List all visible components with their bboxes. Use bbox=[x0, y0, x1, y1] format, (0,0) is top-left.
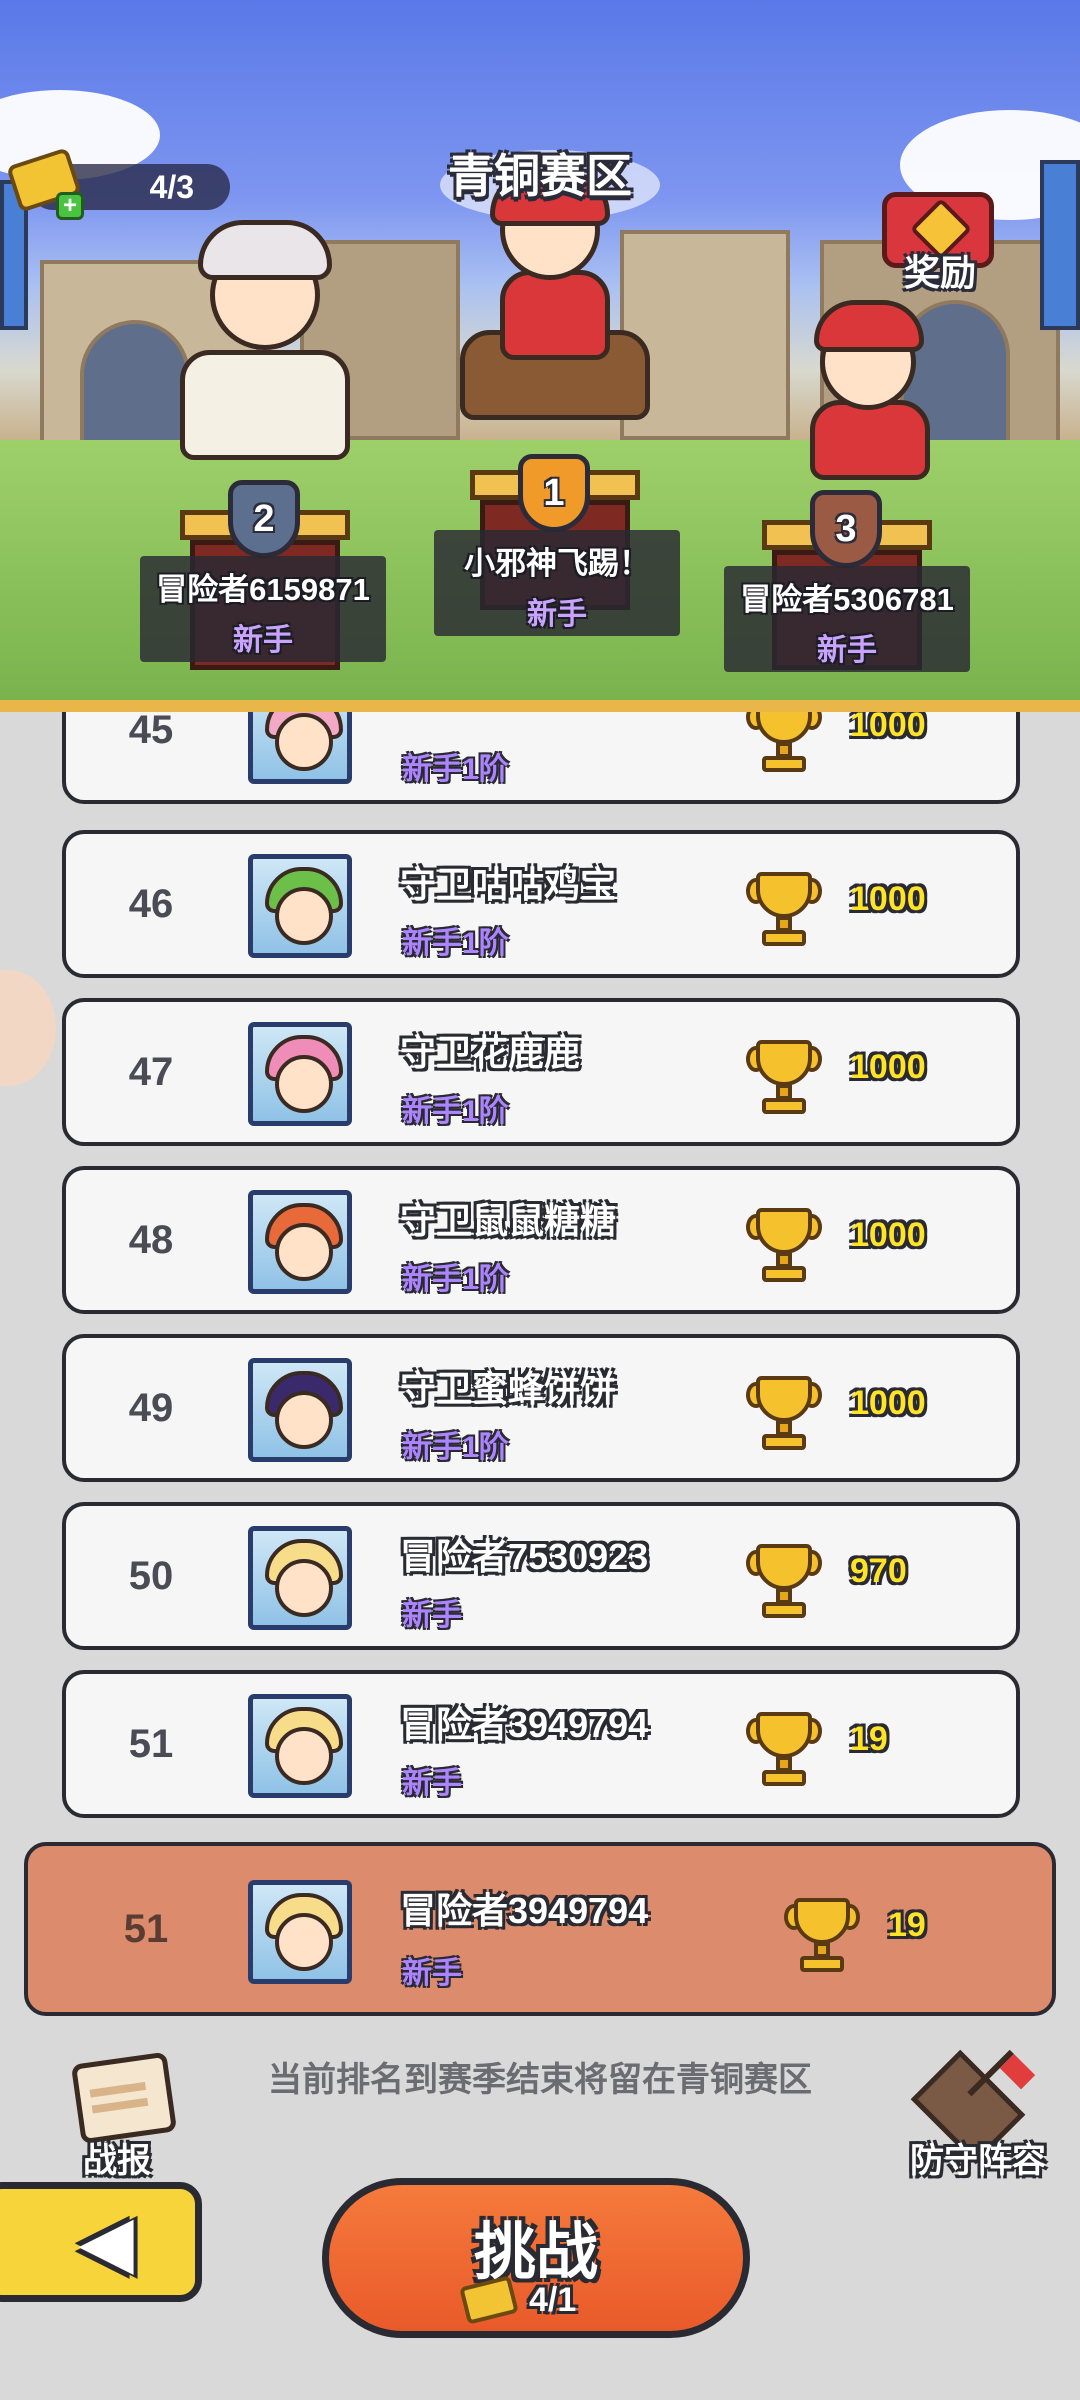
avatar[interactable] bbox=[248, 1022, 352, 1126]
podium-2-name: 冒险者6159871 bbox=[156, 572, 370, 607]
trophy-icon bbox=[746, 1710, 822, 1790]
podium-3-plate: 冒险者5306781 新手 bbox=[724, 566, 970, 672]
row-tier: 新手1阶 bbox=[402, 1095, 509, 1128]
ranking-list[interactable]: 45 新手1阶 1000 46 守卫咕咕鸡宝 新手1阶 1000 47 守卫花鹿… bbox=[0, 712, 1080, 1820]
row-rank: 48 bbox=[128, 1217, 174, 1262]
row-score: 1000 bbox=[850, 880, 926, 918]
row-rank: 45 bbox=[128, 712, 174, 752]
avatar[interactable] bbox=[248, 854, 352, 958]
podium-2-plate: 冒险者6159871 新手 bbox=[140, 556, 386, 662]
row-rank: 51 bbox=[128, 1721, 174, 1766]
self-rank: 51 bbox=[123, 1906, 169, 1951]
scroll-icon bbox=[70, 2051, 178, 2145]
back-arrow-icon: ◀ bbox=[78, 2202, 134, 2282]
battle-report-label: 战报 bbox=[83, 2142, 151, 2180]
rank-3-badge: 3 bbox=[810, 490, 882, 568]
podium-3-name: 冒险者5306781 bbox=[740, 582, 954, 617]
arena-header: 2 冒险者6159871 新手 1 小邪神飞踢！ 新手 3 冒险者5306781… bbox=[0, 0, 1080, 712]
trophy-icon bbox=[746, 870, 822, 950]
row-score: 1000 bbox=[850, 1048, 926, 1086]
row-tier: 新手1阶 bbox=[402, 1431, 509, 1464]
defense-lineup-button[interactable]: 防守阵容 bbox=[888, 2049, 1068, 2182]
podium-3-tier: 新手 bbox=[817, 634, 877, 667]
table-row[interactable]: 46 守卫咕咕鸡宝 新手1阶 1000 bbox=[62, 830, 1020, 978]
hero-rank-2[interactable] bbox=[150, 220, 390, 480]
row-tier: 新手1阶 bbox=[402, 927, 509, 960]
row-player-name: 守卫蜜蜂饼饼 bbox=[400, 1368, 617, 1409]
rank-1-badge: 1 bbox=[518, 454, 590, 532]
reward-button-label[interactable]: 奖励 bbox=[880, 244, 1000, 296]
self-player-name: 冒险者3949794 bbox=[400, 1890, 649, 1931]
avatar[interactable] bbox=[248, 1694, 352, 1798]
self-rank-row[interactable]: 51 冒险者3949794 新手 19 bbox=[24, 1842, 1056, 2016]
row-player-name: 冒险者3949794 bbox=[400, 1704, 649, 1745]
podium-2-tier: 新手 bbox=[233, 624, 293, 657]
header-divider bbox=[0, 700, 1080, 712]
self-score: 19 bbox=[888, 1906, 926, 1944]
row-score: 19 bbox=[850, 1720, 888, 1758]
podium-1-tier: 新手 bbox=[527, 598, 587, 631]
trophy-icon bbox=[784, 1896, 860, 1976]
avatar[interactable] bbox=[248, 1526, 352, 1630]
row-rank: 46 bbox=[128, 881, 174, 926]
trophy-icon bbox=[746, 1038, 822, 1118]
table-row[interactable]: 49 守卫蜜蜂饼饼 新手1阶 1000 bbox=[62, 1334, 1020, 1482]
row-player-name: 守卫花鹿鹿 bbox=[400, 1032, 581, 1073]
row-player-name: 冒险者7530923 bbox=[400, 1536, 649, 1577]
trophy-icon bbox=[746, 1206, 822, 1286]
row-score: 1000 bbox=[850, 1216, 926, 1254]
trophy-icon bbox=[746, 712, 822, 776]
row-player-name: 守卫鼠鼠糖糖 bbox=[400, 1200, 617, 1241]
battle-report-button[interactable]: 战报 bbox=[42, 2051, 192, 2182]
trophy-icon bbox=[746, 1374, 822, 1454]
row-tier: 新手1阶 bbox=[402, 1263, 509, 1296]
row-rank: 47 bbox=[128, 1049, 174, 1094]
row-tier: 新手 bbox=[402, 1599, 462, 1632]
challenge-button[interactable]: 挑战 4/1 bbox=[322, 2178, 750, 2338]
row-rank: 50 bbox=[128, 1553, 174, 1598]
row-tier: 新手 bbox=[402, 1767, 462, 1800]
rank-2-badge: 2 bbox=[228, 480, 300, 558]
avatar[interactable] bbox=[248, 1358, 352, 1462]
podium-1-plate: 小邪神飞踢！ 新手 bbox=[434, 530, 680, 636]
table-row[interactable]: 47 守卫花鹿鹿 新手1阶 1000 bbox=[62, 998, 1020, 1146]
row-score: 970 bbox=[850, 1552, 907, 1590]
row-score: 1000 bbox=[850, 1384, 926, 1422]
avatar[interactable] bbox=[248, 1880, 352, 1984]
avatar[interactable] bbox=[248, 1190, 352, 1294]
hero-rank-1[interactable] bbox=[420, 170, 680, 460]
challenge-cost: 4/1 bbox=[529, 2281, 577, 2319]
table-row[interactable]: 48 守卫鼠鼠糖糖 新手1阶 1000 bbox=[62, 1166, 1020, 1314]
table-row[interactable]: 51 冒险者3949794 新手 19 bbox=[62, 1670, 1020, 1818]
avatar[interactable] bbox=[248, 712, 352, 784]
challenge-label: 挑战 bbox=[473, 2218, 598, 2287]
back-button[interactable]: ◀ bbox=[0, 2182, 202, 2302]
self-tier: 新手 bbox=[402, 1957, 462, 1990]
row-rank: 49 bbox=[128, 1385, 174, 1430]
hero-rank-3[interactable] bbox=[780, 290, 960, 510]
row-tier: 新手1阶 bbox=[402, 753, 509, 786]
table-row[interactable]: 50 冒险者7530923 新手 970 bbox=[62, 1502, 1020, 1650]
row-score: 1000 bbox=[850, 712, 926, 744]
trophy-icon bbox=[746, 1542, 822, 1622]
defense-lineup-label: 防守阵容 bbox=[910, 2142, 1046, 2180]
podium-1-name: 小邪神飞踢！ bbox=[464, 546, 650, 581]
row-player-name: 守卫咕咕鸡宝 bbox=[400, 864, 617, 905]
table-row[interactable]: 45 新手1阶 1000 bbox=[62, 712, 1020, 804]
